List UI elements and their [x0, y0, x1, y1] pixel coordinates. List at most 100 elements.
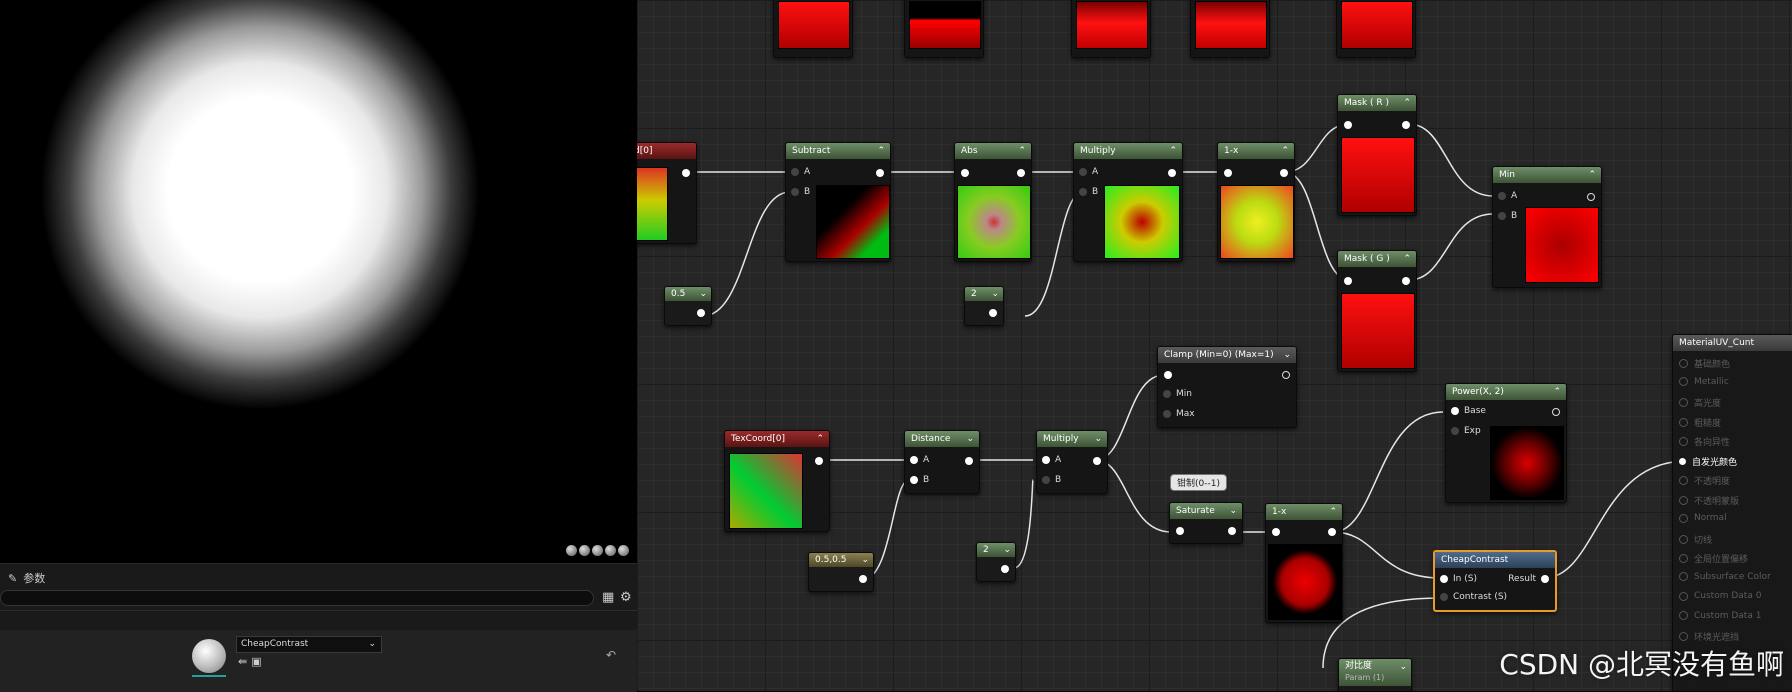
mask-g-input-pin[interactable]	[1344, 277, 1352, 285]
material-input-dot[interactable]	[1679, 377, 1688, 386]
material-input-dot[interactable]	[1679, 457, 1686, 465]
material-input-pin[interactable]: Normal	[1679, 513, 1727, 523]
one-minus-top-input-pin[interactable]	[1224, 169, 1232, 177]
material-input-pin[interactable]: Metallic	[1679, 377, 1729, 387]
material-input-pin[interactable]: 基础颜色	[1679, 357, 1730, 370]
constant-node-2-bottom[interactable]: 2 ⌄	[976, 542, 1016, 582]
output-pin[interactable]	[682, 169, 690, 177]
preview-node-top-5[interactable]	[1336, 0, 1416, 58]
material-thumbnail[interactable]	[192, 639, 226, 673]
material-input-pin[interactable]: 不透明蒙版	[1679, 494, 1739, 507]
preview-node-top-4[interactable]	[1190, 0, 1270, 58]
constant-node-2-top[interactable]: 2 ⌄	[964, 286, 1004, 326]
material-input-pin[interactable]: Subsurface Color	[1679, 572, 1771, 582]
distance-output-pin[interactable]	[965, 457, 973, 465]
preview-node-top-2[interactable]	[904, 0, 984, 58]
comment-bubble[interactable]: 钳制(0--1)	[1170, 474, 1227, 491]
preview-node-top-3[interactable]	[1071, 0, 1151, 58]
material-input-pin[interactable]: 自发光颜色	[1679, 455, 1737, 468]
clamp-input-pin[interactable]	[1164, 371, 1172, 379]
material-input-dot[interactable]	[1679, 611, 1688, 620]
cylinder-preview-icon[interactable]	[579, 545, 590, 556]
mask-r-input-pin[interactable]	[1344, 121, 1352, 129]
abs-output-pin[interactable]	[1017, 169, 1025, 177]
constant-0505-output-pin[interactable]	[859, 575, 867, 583]
preview-node-top-1[interactable]	[773, 0, 853, 58]
material-input-dot[interactable]	[1679, 398, 1688, 407]
plane-preview-icon[interactable]	[592, 545, 603, 556]
saturate-output-pin[interactable]	[1228, 527, 1236, 535]
power-node[interactable]: Power(X, 2) ⌃ Base Exp	[1445, 383, 1567, 503]
multiply-bottom-output-pin[interactable]	[1093, 457, 1101, 465]
subtract-output-pin[interactable]	[876, 169, 884, 177]
power-output-pin[interactable]	[1552, 408, 1560, 416]
material-input-pin[interactable]: 各向异性	[1679, 435, 1730, 448]
material-input-pin[interactable]: 粗糙度	[1679, 416, 1721, 429]
abs-input-pin[interactable]	[961, 169, 969, 177]
multiply-node-top[interactable]: Multiply ⌃ A B	[1073, 142, 1183, 262]
material-output-node[interactable]: MaterialUV_Cunt 基础颜色 Metallic 高光度 粗糙度 各向异性 自发…	[1672, 334, 1792, 691]
gear-icon[interactable]: ⚙	[620, 590, 632, 605]
abs-node[interactable]: Abs ⌃	[954, 142, 1032, 262]
material-input-dot[interactable]	[1679, 359, 1688, 368]
texcoord-output-pin[interactable]	[815, 457, 823, 465]
material-input-pin[interactable]: 不透明度	[1679, 474, 1730, 487]
mask-g-output-pin[interactable]	[1402, 277, 1410, 285]
material-input-dot[interactable]	[1679, 437, 1688, 446]
material-input-dot[interactable]	[1679, 572, 1688, 581]
constant-2-top-output-pin[interactable]	[989, 309, 997, 317]
multiply-top-output-pin[interactable]	[1168, 169, 1176, 177]
clamp-output-pin[interactable]	[1282, 371, 1290, 379]
browse-asset-icon[interactable]: ▣	[251, 655, 261, 668]
min-output-pin[interactable]	[1587, 193, 1595, 201]
material-input-pin[interactable]: 全局位置偏移	[1679, 552, 1748, 565]
preview-viewport[interactable]	[0, 0, 637, 563]
asset-select[interactable]: CheapContrast ⌄	[236, 636, 382, 653]
search-input[interactable]	[0, 590, 594, 606]
one-minus-node-top[interactable]: 1-x ⌃	[1217, 142, 1295, 262]
material-input-pin[interactable]: 环境光遮挡	[1679, 630, 1739, 643]
mesh-preview-icon[interactable]	[618, 545, 629, 556]
mask-g-node[interactable]: Mask ( G ) ⌃	[1337, 250, 1417, 372]
one-minus-top-output-pin[interactable]	[1280, 169, 1288, 177]
sphere-preview-icon[interactable]	[566, 545, 577, 556]
material-input-dot[interactable]	[1679, 591, 1688, 601]
reset-icon[interactable]: ↶	[606, 648, 616, 662]
clamp-node[interactable]: Clamp (Min=0) (Max=1) ⌄ Min Max	[1157, 346, 1297, 428]
texcoord-node[interactable]: TexCoord[0] ⌃	[724, 430, 830, 532]
constant-05-output-pin[interactable]	[697, 309, 705, 317]
saturate-node[interactable]: Saturate ⌄	[1169, 502, 1243, 544]
material-input-dot[interactable]	[1679, 417, 1688, 427]
subtract-node[interactable]: Subtract ⌃ A B	[785, 142, 891, 262]
table-view-icon[interactable]: ▦	[602, 590, 614, 605]
one-minus-bottom-input-pin[interactable]	[1272, 528, 1280, 536]
material-input-dot[interactable]	[1679, 534, 1688, 544]
material-input-dot[interactable]	[1679, 495, 1688, 505]
contrast-param-node[interactable]: 对比度 Param (1) ⌄	[1338, 658, 1412, 691]
material-input-pin[interactable]: 切线	[1679, 533, 1712, 546]
cube-preview-icon[interactable]	[605, 545, 616, 556]
params-tab[interactable]: ✎ 参数	[8, 570, 45, 586]
material-input-pin[interactable]: Custom Data 0	[1679, 591, 1761, 601]
material-input-dot[interactable]	[1679, 632, 1688, 641]
cheap-contrast-node[interactable]: CheapContrast In (S) Contrast (S) Result	[1433, 550, 1557, 612]
saturate-input-pin[interactable]	[1176, 527, 1184, 535]
mask-r-node[interactable]: Mask ( R ) ⌃	[1337, 94, 1417, 216]
material-graph[interactable]: d[0] Subtract⌃ A B Abs⌃ Multiply⌃ A B 1-…	[637, 0, 1792, 691]
mask-r-output-pin[interactable]	[1402, 121, 1410, 129]
multiply-node-bottom[interactable]: Multiply ⌄ A B	[1036, 430, 1108, 494]
texcoord-node-top[interactable]: d[0]	[637, 142, 697, 244]
use-asset-icon[interactable]: ⇚	[238, 655, 247, 668]
material-input-dot[interactable]	[1679, 513, 1688, 523]
material-input-pin[interactable]: Custom Data 1	[1679, 611, 1761, 621]
constant-node-05[interactable]: 0.5 ⌄	[664, 286, 712, 326]
distance-node[interactable]: Distance ⌄ A B	[904, 430, 980, 494]
material-input-pin[interactable]: 高光度	[1679, 396, 1721, 409]
constant-node-0505[interactable]: 0.5,0.5 ⌄	[808, 552, 874, 592]
material-input-dot[interactable]	[1679, 554, 1688, 563]
viewport-shape-buttons[interactable]	[566, 545, 629, 556]
material-input-dot[interactable]	[1679, 476, 1688, 485]
one-minus-node-bottom[interactable]: 1-x ⌃	[1265, 503, 1343, 623]
min-node[interactable]: Min ⌃ A B	[1492, 166, 1602, 288]
constant-2-bottom-output-pin[interactable]	[1001, 565, 1009, 573]
